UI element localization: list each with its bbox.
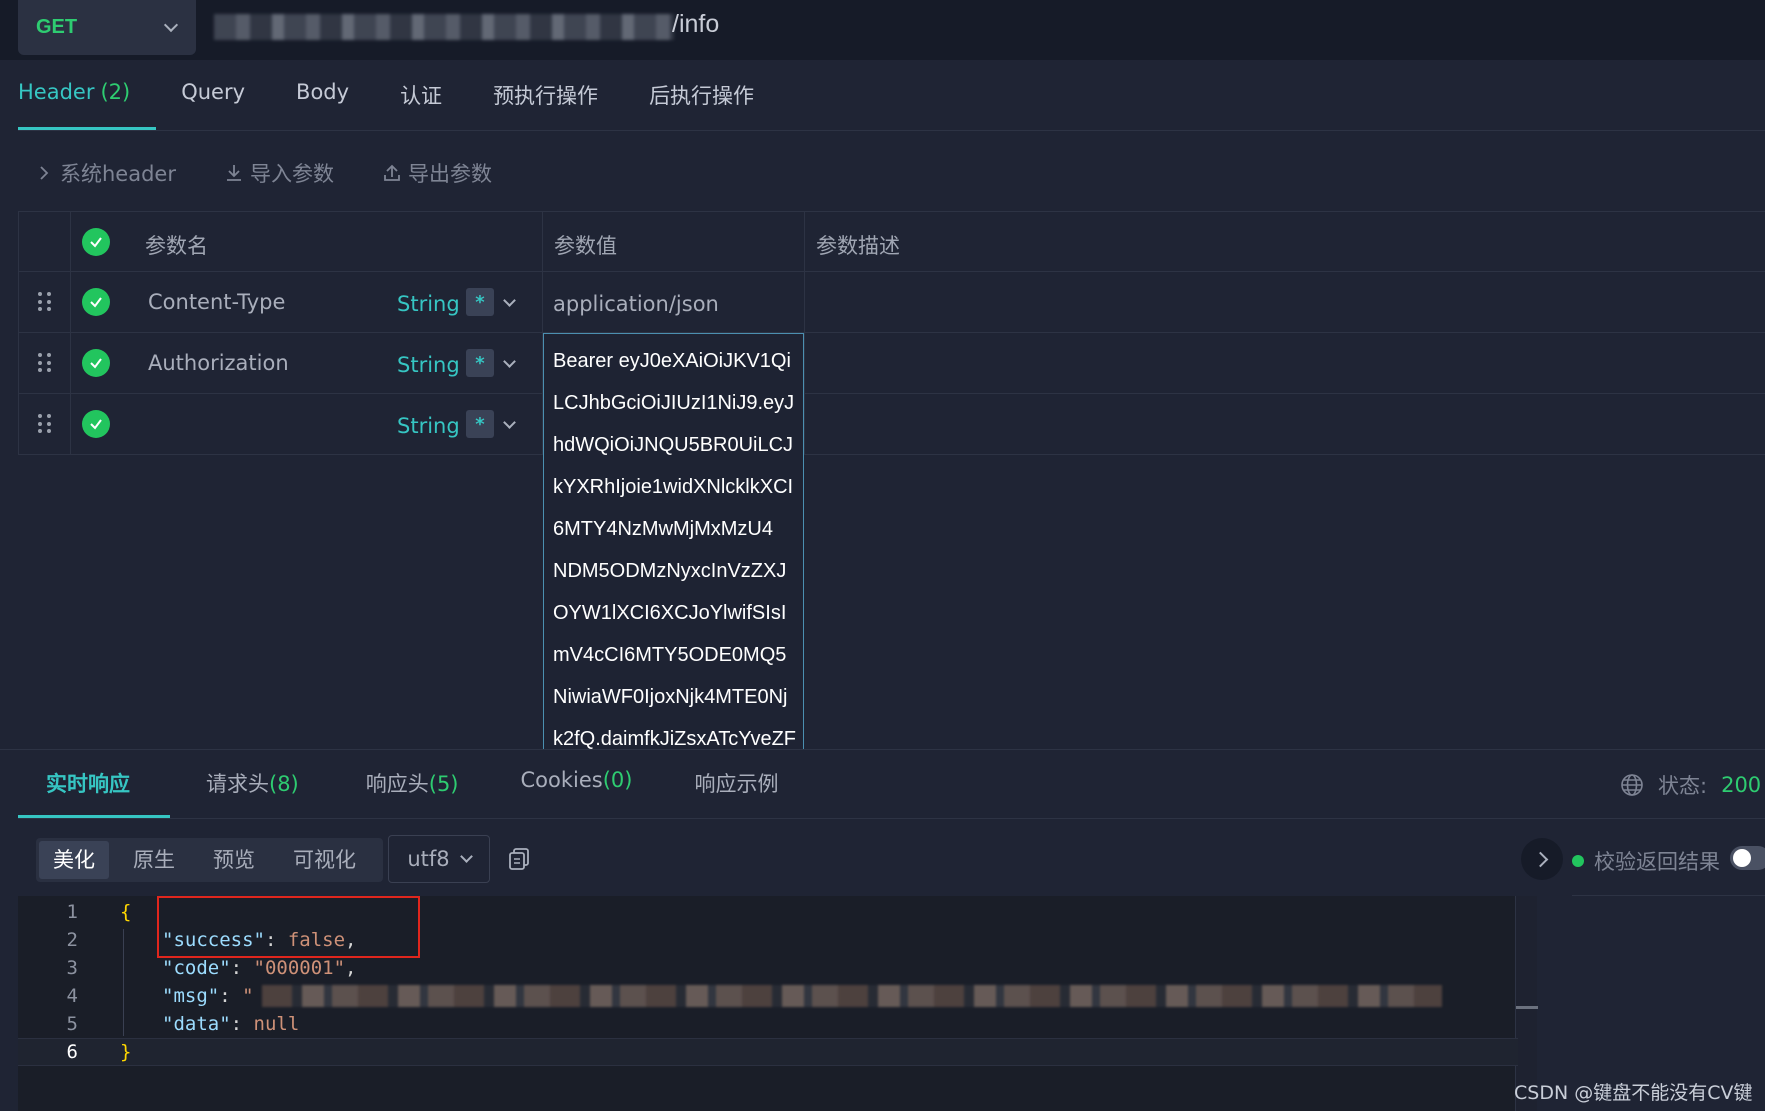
view-preview-button[interactable]: 预览: [199, 841, 269, 879]
row-divider: [804, 454, 1765, 455]
col-divider: [18, 211, 19, 455]
drag-handle-icon[interactable]: [38, 353, 54, 373]
select-all-checkbox[interactable]: [82, 228, 110, 256]
check-icon: [90, 237, 102, 248]
request-tabs: Header (2) Query Body 认证 预执行操作 后执行操作: [18, 66, 805, 130]
row-checkbox[interactable]: [82, 349, 110, 377]
token-line: Bearer eyJ0eXAiOiJKV1Qi: [553, 350, 791, 372]
header-actions: 系统header 导入参数 导出参数: [34, 158, 492, 188]
response-tabs: 实时响应 请求头(8) 响应头(5) Cookies(0) 响应示例: [18, 752, 778, 818]
system-header-toggle[interactable]: 系统header: [34, 158, 176, 188]
token-line: kYXRhIjoie1widXNlcklkXCI: [553, 476, 794, 498]
check-icon: [90, 419, 102, 430]
status-code: 200: [1721, 773, 1762, 797]
method-select[interactable]: GET: [18, 0, 196, 55]
tab-pre-script[interactable]: 预执行操作: [493, 66, 624, 130]
download-icon: [226, 165, 241, 181]
tab-response-example[interactable]: 响应示例: [694, 752, 778, 818]
param-name[interactable]: Content-Type: [148, 290, 285, 314]
panel-expand-button[interactable]: [1521, 838, 1563, 880]
response-tabs-divider: [18, 818, 1765, 819]
token-line: OYW1lXCI6XCJoYlwifSIsI: [553, 602, 787, 624]
code-line-current: 6 }: [18, 1038, 1518, 1066]
row-checkbox[interactable]: [82, 288, 110, 316]
tab-header[interactable]: Header (2): [18, 66, 157, 130]
side-divider: [1572, 895, 1765, 896]
required-toggle[interactable]: *: [466, 288, 494, 316]
token-line: k2fQ.daimfkJiZsxATcYveZF: [553, 728, 797, 749]
view-beautify-button[interactable]: 美化: [39, 841, 109, 879]
check-icon: [90, 358, 102, 369]
tab-cookies[interactable]: Cookies(0): [521, 752, 633, 818]
token-line: LCJhbGciOiJIUzI1NiJ9.eyJ: [553, 392, 795, 414]
url-input[interactable]: /info: [672, 10, 719, 39]
view-visualize-button[interactable]: 可视化: [279, 841, 370, 879]
scrollbar-thumb[interactable]: [1516, 1006, 1538, 1009]
url-redacted[interactable]: [214, 14, 674, 40]
upload-icon: [384, 164, 400, 181]
watermark: CSDN @键盘不能没有CV键: [1514, 1082, 1753, 1104]
status-label: 状态:: [1658, 774, 1708, 798]
token-line: hdWQiOiJNQU5BR0UiLCJ: [553, 434, 794, 456]
indent-guide: [123, 929, 124, 1036]
param-name[interactable]: Authorization: [148, 351, 289, 375]
token-line: NiwiaWF0IjoxNjk4MTE0Nj: [553, 686, 788, 708]
copy-icon[interactable]: [506, 846, 532, 872]
globe-icon: [1621, 774, 1643, 796]
drag-handle-icon[interactable]: [38, 414, 54, 434]
column-header-value: 参数值: [554, 234, 617, 258]
col-divider: [70, 211, 71, 455]
tab-response-headers[interactable]: 响应头(5): [366, 752, 459, 818]
chevron-right-icon: [1532, 851, 1548, 867]
token-line: NDM5ODMzNyxcInVzZXJ: [553, 560, 787, 582]
token-line: 6MTY4NzMwMjMxMzU4: [553, 518, 773, 540]
row-divider: [18, 332, 1765, 333]
param-type[interactable]: String: [397, 292, 460, 316]
code-line: 5 "data": null: [66, 1013, 300, 1035]
chevron-down-icon: [459, 850, 473, 863]
col-divider: [804, 211, 805, 455]
encoding-select[interactable]: utf8: [388, 835, 490, 883]
view-raw-button[interactable]: 原生: [119, 841, 189, 879]
column-header-name: 参数名: [145, 234, 208, 258]
required-toggle[interactable]: *: [466, 349, 494, 377]
check-icon: [90, 297, 102, 308]
tab-auth[interactable]: 认证: [400, 66, 468, 130]
row-divider: [18, 393, 1765, 394]
annotation-highlight-box: [157, 896, 420, 958]
tabs-divider: [18, 130, 1765, 131]
column-header-desc: 参数描述: [816, 234, 900, 258]
verify-response-toggle[interactable]: [1730, 846, 1765, 870]
import-params-button[interactable]: 导入参数: [224, 158, 334, 188]
verify-response-label: 校验返回结果: [1572, 846, 1720, 876]
param-type[interactable]: String: [397, 353, 460, 377]
chevron-down-icon: [163, 17, 179, 32]
tab-query[interactable]: Query: [181, 66, 271, 130]
encoding-value: utf8: [407, 847, 450, 871]
drag-handle-icon[interactable]: [38, 292, 54, 312]
authorization-value-editor[interactable]: Bearer eyJ0eXAiOiJKV1Qi LCJhbGciOiJIUzI1…: [543, 333, 804, 749]
tab-request-headers[interactable]: 请求头(8): [206, 752, 299, 818]
status-dot-icon: [1572, 855, 1584, 867]
required-toggle[interactable]: *: [466, 410, 494, 438]
method-label: GET: [36, 16, 78, 38]
code-line: 3 "code": "000001",: [66, 957, 357, 979]
row-divider: [18, 454, 543, 455]
response-status: 状态: 200: [1620, 770, 1761, 800]
row-checkbox[interactable]: [82, 410, 110, 438]
tab-live-response[interactable]: 实时响应: [18, 752, 170, 818]
row-divider: [18, 271, 1765, 272]
param-value[interactable]: application/json: [553, 292, 719, 316]
export-params-button[interactable]: 导出参数: [382, 158, 492, 188]
param-type[interactable]: String: [397, 414, 460, 438]
token-line: mV4cCI6MTY5ODE0MQ5: [553, 644, 787, 666]
tab-body[interactable]: Body: [296, 66, 375, 130]
tab-post-script[interactable]: 后执行操作: [649, 66, 780, 130]
chevron-right-icon: [40, 166, 49, 180]
msg-redacted: [262, 985, 1442, 1007]
view-mode-group: 美化 原生 预览 可视化: [36, 838, 383, 882]
